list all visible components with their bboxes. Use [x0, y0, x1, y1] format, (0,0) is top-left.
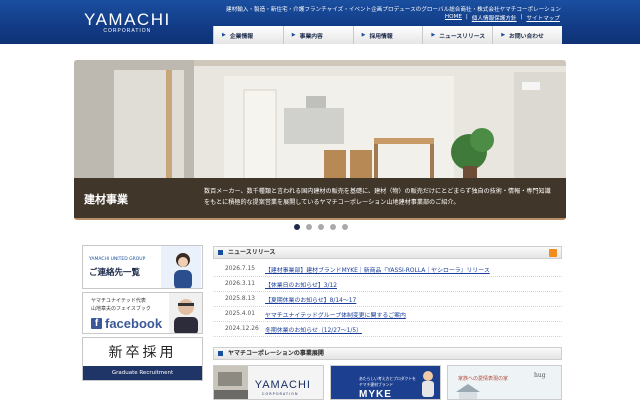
square-bullet-icon: [218, 351, 223, 356]
privacy-policy-link[interactable]: 個人情報保護方針: [472, 14, 517, 22]
news-link[interactable]: ヤマチユナイテッドグループ体制変更に関するご案内: [265, 310, 406, 319]
figure-illustration: [422, 371, 434, 397]
arrow-right-icon: ▶: [361, 32, 366, 38]
nav-label: 企業情報: [229, 33, 254, 40]
arrow-right-icon: ▶: [501, 32, 506, 38]
business-card-yamachi[interactable]: YAMACHI CORPORATION: [213, 365, 324, 400]
logo-subtext: CORPORATION: [103, 28, 152, 34]
main-nav: ▶ 企業情報 ▶ 事業内容 ▶ 採用情報 ▶ ニュースリリース ▶ お問い合わせ: [213, 26, 562, 44]
news-heading: ニュースリリース: [228, 249, 276, 256]
slider-dot[interactable]: [318, 224, 324, 230]
recruit-subtitle: Graduate Recruitment: [83, 366, 202, 380]
business-heading: ヤマチコーポレーションの事業展開: [228, 350, 324, 357]
graduate-recruitment-banner[interactable]: 新卒採用 Graduate Recruitment: [82, 337, 203, 381]
facebook-banner[interactable]: ヤマチユナイテッド代表 山地章夫のフェイスブック f facebook: [82, 292, 203, 334]
nav-item-news[interactable]: ▶ ニュースリリース: [422, 26, 493, 44]
recruit-title: 新卒採用: [108, 345, 177, 361]
link-separator: |: [520, 14, 523, 20]
facebook-logo: f facebook: [91, 316, 162, 331]
banner-title: ご連絡先一覧: [89, 268, 141, 278]
hero-description: 数百メーカー、数千種類と言われる国内建材の販売を基礎に、建材（物）の販売だけにと…: [204, 188, 551, 206]
ceo-photo: [169, 293, 202, 333]
link-separator: |: [465, 14, 468, 20]
banner-line2: 山地章夫のフェイスブック: [91, 306, 151, 312]
nav-item-contact[interactable]: ▶ お問い合わせ: [492, 26, 562, 44]
nav-item-company[interactable]: ▶ 企業情報: [213, 26, 283, 44]
group-contacts-banner[interactable]: YAMACHI UNITED GROUP ご連絡先一覧: [82, 245, 203, 289]
slider-dots: [294, 224, 348, 230]
news-link[interactable]: 【休業日のお知らせ】3/12: [265, 280, 337, 289]
operator-photo: [161, 246, 201, 288]
business-card-hug[interactable]: 家族への愛情表現の家 hug: [447, 365, 562, 400]
home-link[interactable]: HOME: [445, 14, 462, 22]
news-link[interactable]: 冬期休業のお知らせ（12/27～1/5）: [265, 325, 362, 334]
yamachi-logo-sub: CORPORATION: [262, 392, 299, 396]
utility-links: HOME | 個人情報保護方針 | サイトマップ: [445, 14, 560, 22]
news-date: 2026.3.11: [225, 281, 255, 287]
news-list: 2026.7.15 【建材事業部】建材ブランドMYKE｜新商品『YASSI-RO…: [213, 262, 562, 337]
logo-text: YAMACHI: [84, 10, 171, 29]
yamachi-logo: YAMACHI: [254, 379, 311, 391]
site-tagline: 建材輸入・製造・新住宅・介護フランチャイズ・イベント企画プロデュースのグローバル…: [226, 7, 561, 13]
news-date: 2025.4.01: [225, 311, 255, 317]
news-item: 2025.4.01 ヤマチユナイテッドグループ体制変更に関するご案内: [213, 307, 562, 322]
news-date: 2024.12.26: [225, 326, 259, 332]
slider-dot[interactable]: [342, 224, 348, 230]
slider-dot[interactable]: [306, 224, 312, 230]
news-link[interactable]: 【建材事業部】建材ブランドMYKE｜新商品『YASSI-ROLLA｜ヤシローラ』…: [265, 265, 490, 274]
hero-title: 建材事業: [84, 193, 128, 206]
company-logo[interactable]: YAMACHI CORPORATION: [84, 10, 171, 35]
rss-icon[interactable]: [549, 249, 557, 257]
news-date: 2026.7.15: [225, 266, 255, 272]
slider-dot[interactable]: [294, 224, 300, 230]
square-bullet-icon: [218, 250, 223, 255]
news-item: 2026.3.11 【休業日のお知らせ】3/12: [213, 277, 562, 292]
business-card-myke[interactable]: あたらしい考え方とプロダクトを ヤマチ建材ブランド MYKE: [330, 365, 441, 400]
site-header: YAMACHI CORPORATION 建材輸入・製造・新住宅・介護フランチャイ…: [0, 0, 640, 44]
banner-line1: ヤマチユナイテッド代表: [91, 298, 146, 304]
banner-small-text: YAMACHI UNITED GROUP: [89, 257, 146, 262]
facebook-wordmark: facebook: [105, 316, 163, 331]
slider-dot[interactable]: [330, 224, 336, 230]
myke-logo: MYKE: [359, 389, 392, 400]
myke-subtitle: ヤマチ建材ブランド: [359, 382, 394, 387]
nav-item-business[interactable]: ▶ 事業内容: [282, 26, 353, 44]
news-link[interactable]: 【夏期休業のお知らせ】8/14～17: [265, 295, 356, 304]
news-section-header: ニュースリリース: [213, 246, 562, 259]
nav-item-recruit[interactable]: ▶ 採用情報: [352, 26, 423, 44]
hero-caption: 建材事業 数百メーカー、数千種類と言われる国内建材の販売を基礎に、建材（物）の販…: [74, 178, 566, 218]
news-item: 2024.12.26 冬期休業のお知らせ（12/27～1/5）: [213, 322, 562, 337]
facebook-icon: f: [91, 318, 102, 329]
house-illustration: [456, 384, 480, 399]
hug-tagline: 家族への愛情表現の家: [458, 376, 509, 382]
hug-logo: hug: [534, 372, 546, 379]
news-date: 2025.8.13: [225, 296, 255, 302]
arrow-right-icon: ▶: [222, 32, 226, 38]
news-item: 2026.7.15 【建材事業部】建材ブランドMYKE｜新商品『YASSI-RO…: [213, 262, 562, 277]
nav-label: 採用情報: [369, 33, 393, 40]
nav-label: 事業内容: [299, 33, 323, 40]
hero-slider[interactable]: 建材事業 数百メーカー、数千種類と言われる国内建材の販売を基礎に、建材（物）の販…: [74, 60, 566, 220]
arrow-right-icon: ▶: [291, 32, 296, 38]
arrow-right-icon: ▶: [431, 32, 436, 38]
news-item: 2025.8.13 【夏期休業のお知らせ】8/14～17: [213, 292, 562, 307]
sitemap-link[interactable]: サイトマップ: [526, 14, 560, 22]
business-section-header: ヤマチコーポレーションの事業展開: [213, 347, 562, 360]
nav-label: ニュースリリース: [439, 33, 486, 40]
nav-label: お問い合わせ: [509, 33, 544, 40]
